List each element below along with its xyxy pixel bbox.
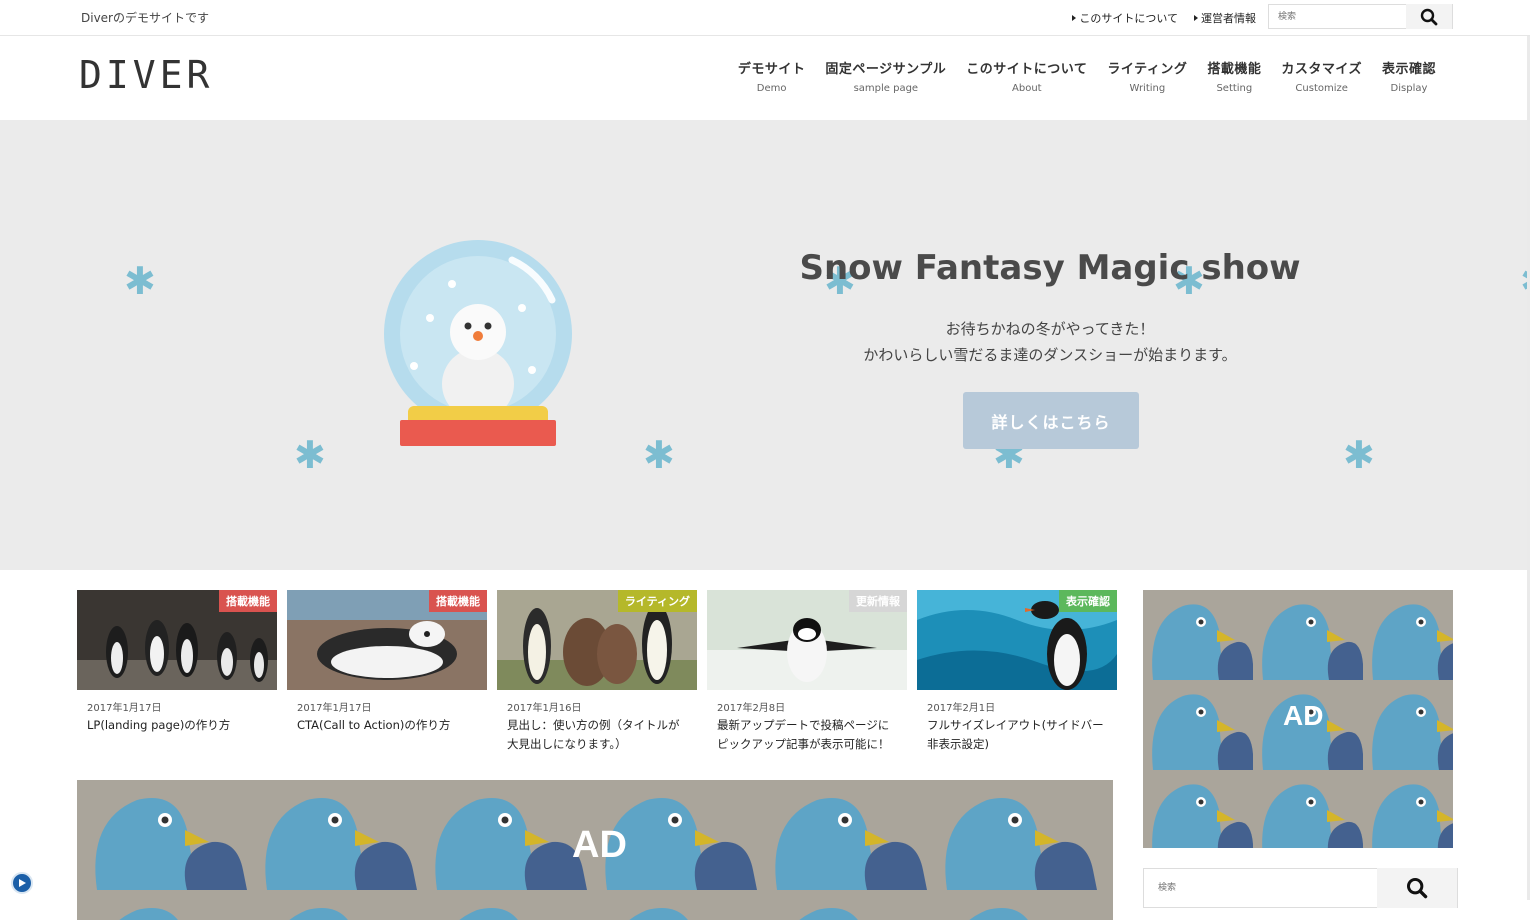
ad-banner[interactable]: AD xyxy=(77,780,1113,920)
article-thumbnail[interactable]: 表示確認 xyxy=(917,590,1117,690)
triangle-icon xyxy=(1072,15,1077,21)
nav-item-sample-page[interactable]: 固定ページサンプル sample page xyxy=(815,58,956,94)
article-card[interactable]: 搭載機能 2017年1月17日 LP(landing page)の作り方 xyxy=(77,590,277,754)
article-title[interactable]: 見出し：使い方の例（タイトルが大見出しになります。） xyxy=(497,716,697,754)
snowflake-icon: ✱ xyxy=(1343,433,1375,477)
top-links: このサイトについて 運営者情報 xyxy=(1072,10,1256,26)
article-title[interactable]: CTA(Call to Action)の作り方 xyxy=(287,716,487,735)
nav-item-display[interactable]: 表示確認 Display xyxy=(1372,58,1446,94)
about-link-label: このサイトについて xyxy=(1079,12,1178,25)
nav-sublabel: Customize xyxy=(1295,83,1348,94)
site-logo[interactable]: DIVER xyxy=(79,53,213,97)
hero-description: お待ちかねの冬がやってきた！ かわいらしい雪だるま達のダンスショーが始まります。 xyxy=(790,316,1310,368)
hero-title: Snow Fantasy Magic show xyxy=(799,248,1301,288)
article-date: 2017年2月1日 xyxy=(927,703,996,714)
category-badge[interactable]: 更新情報 xyxy=(849,590,907,612)
top-search-box xyxy=(1268,4,1453,29)
nav-label: 固定ページサンプル xyxy=(825,62,947,77)
sidebar-search-box xyxy=(1143,868,1458,908)
nav-label: ライティング xyxy=(1107,62,1188,77)
category-badge[interactable]: 搭載機能 xyxy=(219,590,277,612)
article-thumbnail[interactable]: 搭載機能 xyxy=(77,590,277,690)
nav-item-setting[interactable]: 搭載機能 Setting xyxy=(1197,58,1271,94)
top-search-button[interactable] xyxy=(1406,4,1452,29)
nav-label: デモサイト xyxy=(737,62,806,77)
category-badge[interactable]: 表示確認 xyxy=(1059,590,1117,612)
article-date: 2017年1月17日 xyxy=(87,703,162,714)
nav-sublabel: Writing xyxy=(1129,83,1166,94)
ad-label: AD xyxy=(572,824,627,866)
nav-sublabel: Demo xyxy=(756,83,787,94)
article-date: 2017年1月17日 xyxy=(297,703,372,714)
snowflake-icon: ✱ xyxy=(643,433,675,477)
article-card[interactable]: 更新情報 2017年2月8日 最新アップデートで投稿ページにピックアップ記事が表… xyxy=(707,590,907,754)
sidebar-search-button[interactable] xyxy=(1377,868,1457,908)
article-thumbnail[interactable]: 搭載機能 xyxy=(287,590,487,690)
category-badge[interactable]: ライティング xyxy=(617,590,697,612)
nav-item-writing[interactable]: ライティング Writing xyxy=(1097,58,1197,94)
article-card[interactable]: 搭載機能 2017年1月17日 CTA(Call to Action)の作り方 xyxy=(287,590,487,754)
article-title[interactable]: LP(landing page)の作り方 xyxy=(77,716,277,735)
snow-globe-illustration xyxy=(382,238,574,454)
hero-slider: ✱ ✱ ✱ ✱ ✱ ✱ ✱ ✱ Snow Fantasy Magic show … xyxy=(0,120,1530,570)
operator-link[interactable]: 運営者情報 xyxy=(1194,10,1256,26)
article-date: 2017年2月8日 xyxy=(717,703,786,714)
play-icon[interactable] xyxy=(11,872,33,894)
operator-link-label: 運営者情報 xyxy=(1201,12,1256,25)
ad-label: AD xyxy=(1283,700,1324,731)
nav-label: 搭載機能 xyxy=(1207,62,1262,77)
nav-sublabel: About xyxy=(1012,83,1042,94)
hero-line-1: お待ちかねの冬がやってきた！ xyxy=(945,320,1155,338)
hero-details-button[interactable]: 詳しくはこちら xyxy=(963,392,1139,449)
site-header: DIVER デモサイト Demo 固定ページサンプル sample page このサ… xyxy=(0,36,1530,120)
nav-sublabel: sample page xyxy=(853,83,919,94)
nav-label: カスタマイズ xyxy=(1281,62,1362,77)
article-thumbnail[interactable]: 更新情報 xyxy=(707,590,907,690)
sidebar-ad[interactable]: AD xyxy=(1143,590,1453,848)
hero-line-2: かわいらしい雪だるま達のダンスショーが始まります。 xyxy=(863,346,1237,364)
pickup-articles: 搭載機能 2017年1月17日 LP(landing page)の作り方 搭載機… xyxy=(77,590,1117,754)
snowflake-icon: ✱ xyxy=(124,259,156,303)
top-search-input[interactable] xyxy=(1269,5,1407,28)
nav-item-demo[interactable]: デモサイト Demo xyxy=(728,58,816,94)
article-card[interactable]: ライティング 2017年1月16日 見出し：使い方の例（タイトルが大見出しになり… xyxy=(497,590,697,754)
site-tagline: Diverのデモサイトです xyxy=(81,11,209,25)
nav-sublabel: Setting xyxy=(1216,83,1253,94)
nav-label: このサイトについて xyxy=(966,62,1088,77)
nav-item-customize[interactable]: カスタマイズ Customize xyxy=(1271,58,1372,94)
triangle-icon xyxy=(1194,15,1198,21)
nav-item-about[interactable]: このサイトについて About xyxy=(956,58,1097,94)
top-bar: Diverのデモサイトです このサイトについて 運営者情報 xyxy=(0,0,1530,36)
article-date: 2017年1月16日 xyxy=(507,703,582,714)
article-title[interactable]: 最新アップデートで投稿ページにピックアップ記事が表示可能に！ xyxy=(707,716,907,754)
search-icon xyxy=(1420,8,1438,25)
snowflake-icon: ✱ xyxy=(294,433,326,477)
nav-sublabel: Display xyxy=(1390,83,1428,94)
category-badge[interactable]: 搭載機能 xyxy=(429,590,487,612)
article-thumbnail[interactable]: ライティング xyxy=(497,590,697,690)
search-icon xyxy=(1406,877,1428,899)
article-title[interactable]: フルサイズレイアウト(サイドバー非表示設定) xyxy=(917,716,1117,754)
main-nav: デモサイト Demo 固定ページサンプル sample page このサイトについて… xyxy=(728,58,1446,94)
sidebar-search-input[interactable] xyxy=(1144,869,1374,907)
article-card[interactable]: 表示確認 2017年2月1日 フルサイズレイアウト(サイドバー非表示設定) xyxy=(917,590,1117,754)
about-link[interactable]: このサイトについて xyxy=(1072,10,1178,26)
nav-label: 表示確認 xyxy=(1381,62,1436,77)
